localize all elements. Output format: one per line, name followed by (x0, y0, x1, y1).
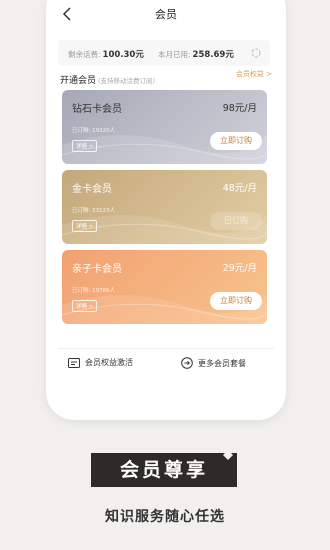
benefits-link[interactable]: 会员权益 > (236, 69, 272, 79)
used-balance: 本月已用: 258.69元 (158, 48, 234, 60)
top-bar: 会员 (46, 0, 286, 30)
card-name: 亲子卡会员 (72, 264, 122, 275)
page-title: 会员 (155, 8, 177, 21)
remaining-label: 剩余话费: (68, 50, 101, 59)
activate-benefits-button[interactable]: 会员权益激活 (68, 357, 133, 368)
details-link[interactable]: 详情 > (72, 220, 98, 232)
gold-card[interactable]: 金卡会员 48元/月 已订购: 23123人 详情 > 已订购 (62, 170, 267, 244)
subscriber-count: 已订购: 19320人 (72, 128, 116, 134)
section-title: 开通会员 (60, 76, 97, 86)
details-link[interactable]: 详情 > (72, 140, 98, 152)
subscribe-button[interactable]: 立即订购 (210, 292, 262, 310)
diamond-card[interactable]: 钻石卡会员 98元/月 已订购: 19320人 详情 > 立即订购 (62, 90, 267, 164)
activate-label: 会员权益激活 (85, 358, 133, 367)
card-price: 48元/月 (222, 183, 257, 194)
promo-badge: 会员尊享 (91, 450, 237, 487)
phone-screen: 会员 剩余话费: 100.30元 本月已用: 258.69元 开通会员 (支持移动话费… (46, 0, 286, 420)
card-name: 金卡会员 (72, 184, 112, 195)
subscriber-count: 已订购: 19786人 (72, 288, 116, 294)
subscribed-button: 已订购 (210, 212, 262, 230)
promo-tagline: 知识服务随心任选 (105, 509, 225, 525)
section-subtitle: (支持移动话费订阅) (98, 77, 156, 85)
card-name: 钻石卡会员 (72, 104, 122, 115)
remaining-value: 100.30元 (102, 50, 144, 60)
arrow-circle-icon (181, 357, 193, 369)
card-price: 29元/月 (222, 263, 257, 274)
more-plans-label: 更多会员套餐 (198, 358, 246, 368)
membership-section-header: 开通会员 (支持移动话费订阅) 会员权益 > (60, 68, 272, 86)
details-link[interactable]: 详情 > (72, 300, 98, 312)
bottom-actions: 会员权益激活 更多会员套餐 (58, 348, 274, 378)
card-price: 98元/月 (222, 103, 257, 114)
remaining-balance: 剩余话费: 100.30元 (68, 48, 144, 60)
used-value: 258.69元 (192, 50, 234, 60)
used-label: 本月已用: (158, 50, 191, 59)
promo-badge-text: 会员尊享 (91, 453, 237, 487)
more-plans-button[interactable]: 更多会员套餐 (181, 357, 246, 369)
refresh-icon[interactable] (250, 47, 262, 59)
subscriber-count: 已订购: 23123人 (72, 208, 116, 214)
family-card[interactable]: 亲子卡会员 29元/月 已订购: 19786人 详情 > 立即订购 (62, 250, 267, 324)
card-icon (68, 357, 80, 368)
diamond-icon (223, 450, 233, 460)
subscribe-button[interactable]: 立即订购 (210, 132, 262, 150)
phone-balance-panel: 剩余话费: 100.30元 本月已用: 258.69元 (58, 40, 270, 66)
